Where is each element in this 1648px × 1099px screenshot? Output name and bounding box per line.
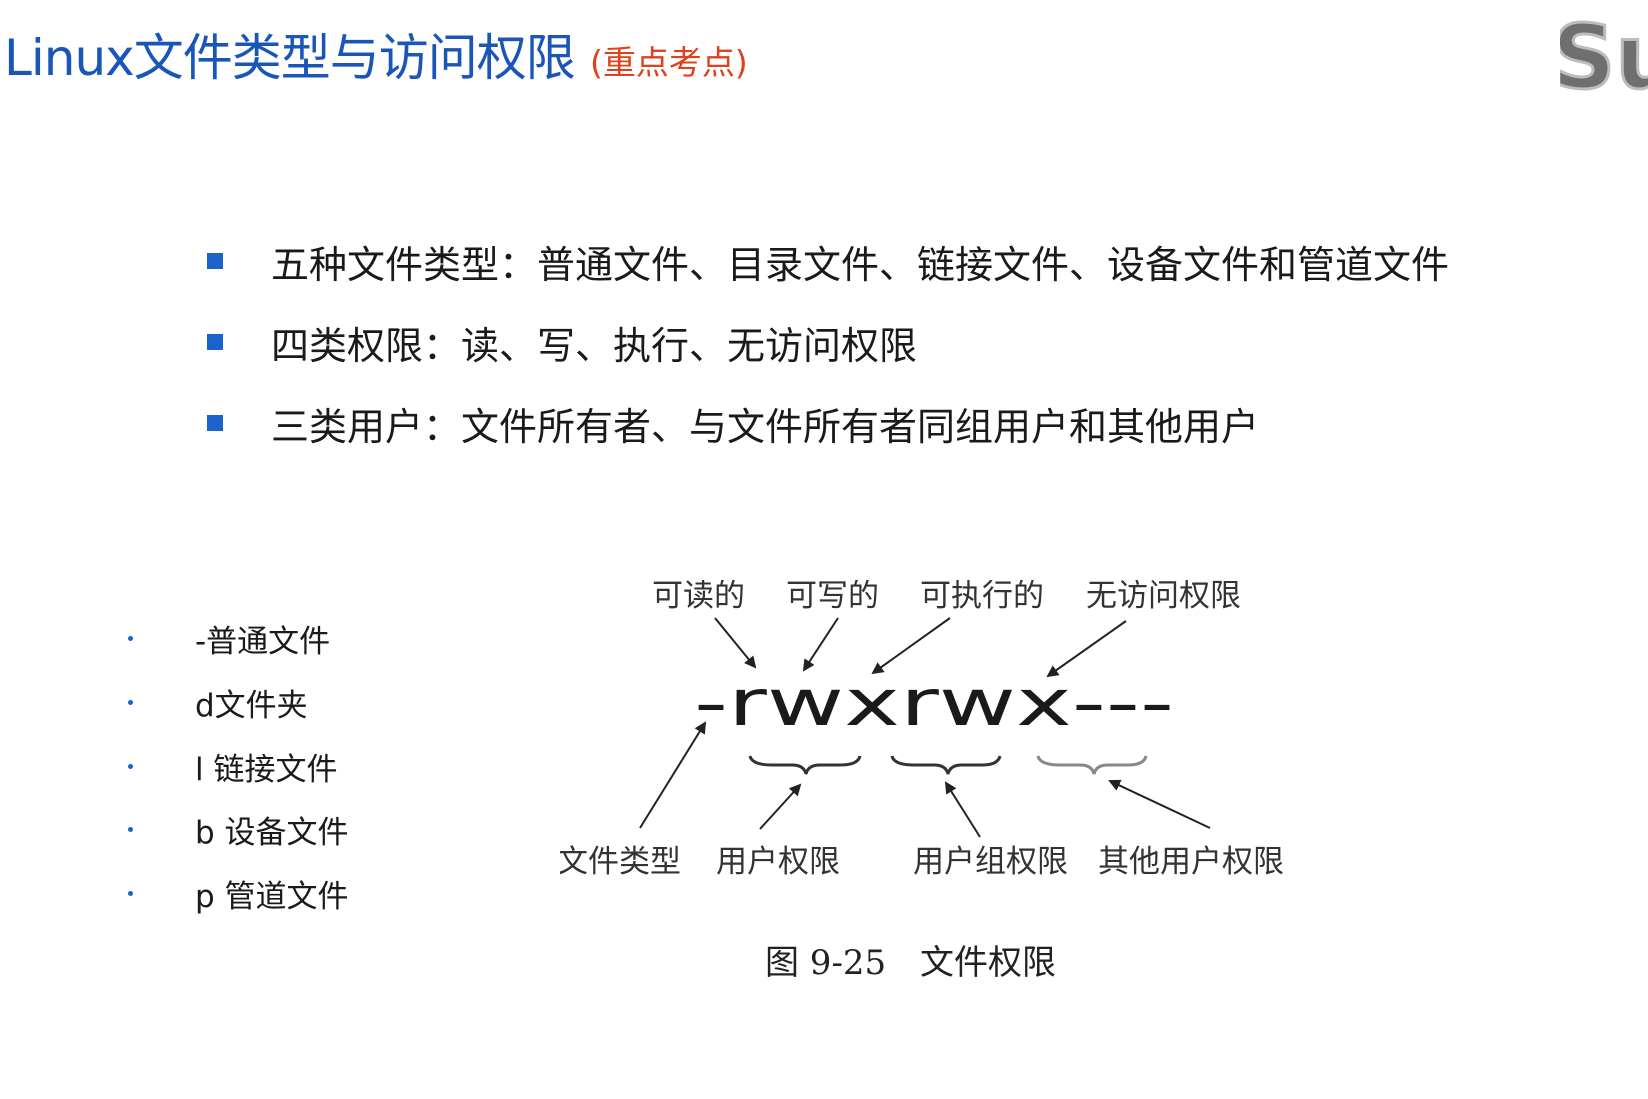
file-type-item: p 管道文件 bbox=[128, 873, 349, 915]
file-type-item: b 设备文件 bbox=[128, 809, 349, 851]
file-type-text: d文件夹 bbox=[195, 687, 308, 724]
permission-diagram: 可读的 可写的 可执行的 无访问权限 -rwxrwx--- 文件类型 用户权限 … bbox=[560, 580, 1284, 983]
file-type-item: l 链接文件 bbox=[128, 746, 338, 788]
label-file-type: 文件类型 bbox=[560, 844, 681, 880]
file-type-text: -普通文件 bbox=[195, 623, 331, 660]
label-no-access: 无访问权限 bbox=[1086, 580, 1241, 614]
dot-bullet-icon bbox=[128, 826, 133, 832]
label-executable: 可执行的 bbox=[920, 580, 1044, 614]
file-type-item: d文件夹 bbox=[128, 682, 308, 724]
brace-user bbox=[748, 755, 862, 775]
bullet-user-classes: 三类用户：文件所有者、与文件所有者同组用户和其他用户 bbox=[207, 398, 1260, 449]
square-bullet-icon bbox=[207, 415, 223, 431]
dot-bullet-icon bbox=[128, 699, 133, 705]
label-readable: 可读的 bbox=[652, 580, 745, 614]
arrow-file-type bbox=[639, 721, 707, 829]
label-writable: 可写的 bbox=[786, 580, 879, 614]
file-type-text: l 链接文件 bbox=[195, 751, 338, 788]
dot-bullet-icon bbox=[128, 763, 133, 769]
permission-string: -rwxrwx--- bbox=[694, 667, 1174, 741]
brace-other bbox=[1036, 755, 1148, 775]
file-type-text: p 管道文件 bbox=[195, 878, 349, 915]
bullet-text: 三类用户：文件所有者、与文件所有者同组用户和其他用户 bbox=[271, 404, 1260, 449]
slide-title: Linux文件类型与访问权限 bbox=[4, 29, 576, 87]
brace-group bbox=[890, 755, 1002, 775]
file-type-item: -普通文件 bbox=[128, 618, 331, 660]
arrow-user-permission bbox=[759, 783, 802, 830]
brand-logo: Su bbox=[1560, 10, 1648, 110]
arrow-group-permission bbox=[944, 781, 981, 838]
bullet-file-types: 五种文件类型：普通文件、目录文件、链接文件、设备文件和管道文件 bbox=[207, 236, 1450, 287]
bullet-permissions: 四类权限：读、写、执行、无访问权限 bbox=[207, 317, 918, 368]
label-other-permission: 其他用户权限 bbox=[1098, 844, 1284, 880]
bullet-text: 四类权限：读、写、执行、无访问权限 bbox=[271, 323, 918, 368]
file-type-text: b 设备文件 bbox=[195, 814, 349, 851]
label-user-permission: 用户权限 bbox=[716, 844, 840, 880]
dot-bullet-icon bbox=[128, 635, 133, 641]
square-bullet-icon bbox=[207, 253, 223, 269]
arrow-executable bbox=[871, 617, 951, 675]
arrow-readable bbox=[714, 617, 757, 669]
arrow-writable bbox=[802, 617, 839, 672]
figure-number: 图 9-25 bbox=[765, 943, 886, 983]
logo-text: Su bbox=[1560, 10, 1648, 109]
label-group-permission: 用户组权限 bbox=[913, 844, 1068, 880]
title-note: (重点考点) bbox=[590, 43, 748, 82]
figure-caption: 文件权限 bbox=[920, 943, 1056, 983]
arrow-other-permission bbox=[1108, 779, 1211, 829]
square-bullet-icon bbox=[207, 334, 223, 350]
dot-bullet-icon bbox=[128, 890, 133, 896]
bullet-text: 五种文件类型：普通文件、目录文件、链接文件、设备文件和管道文件 bbox=[271, 242, 1450, 287]
